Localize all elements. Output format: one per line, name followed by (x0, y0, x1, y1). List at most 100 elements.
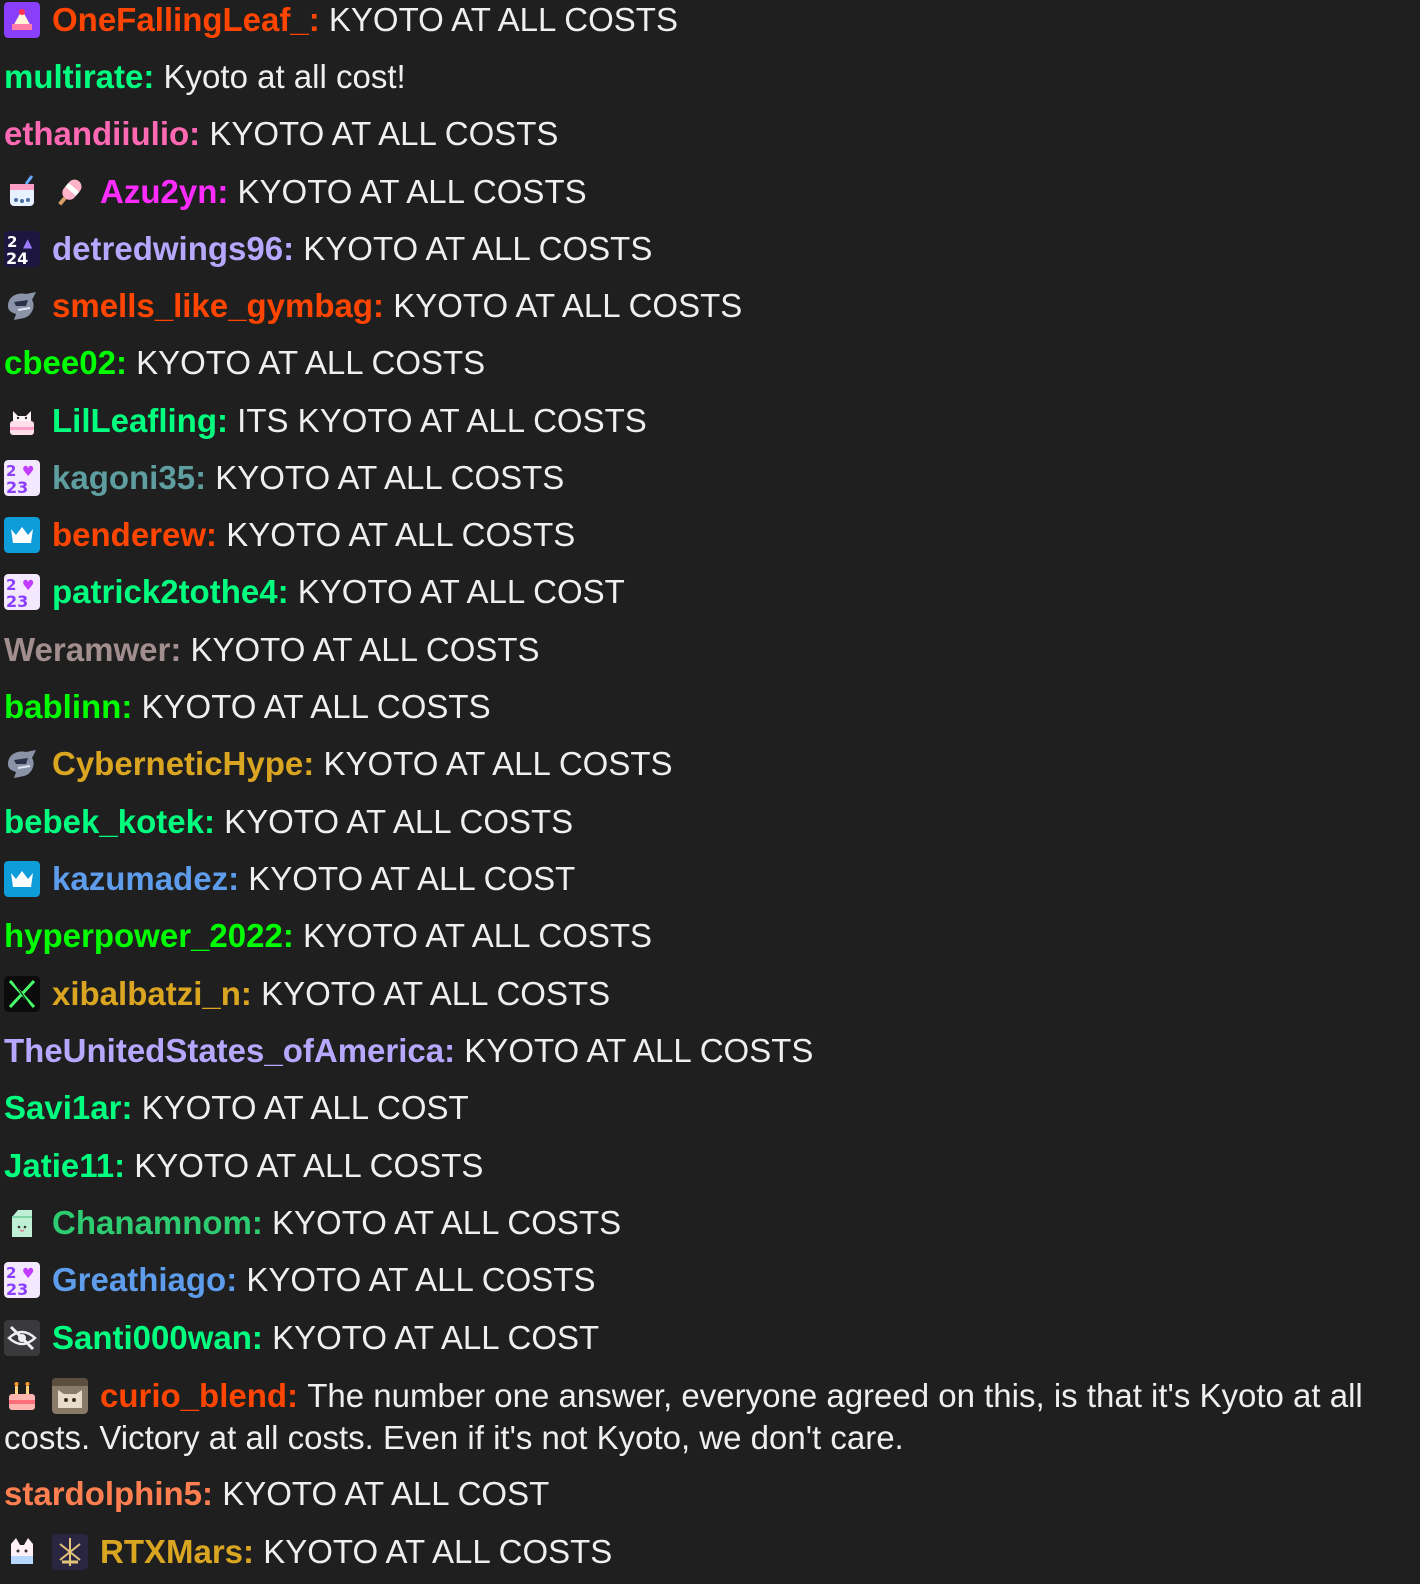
chat-username[interactable]: ethandiiulio (4, 115, 189, 152)
chat-message: Weramwer: KYOTO AT ALL COSTS (4, 630, 540, 678)
chat-message: hyperpower_2022: KYOTO AT ALL COSTS (4, 916, 652, 964)
chat-username[interactable]: Jatie11 (4, 1147, 114, 1184)
badge-list (4, 1320, 52, 1360)
chat-message-text: KYOTO AT ALL COSTS (209, 115, 559, 152)
chat-message: Savi1ar: KYOTO AT ALL COST (4, 1088, 469, 1136)
chat-message-text: KYOTO AT ALL COSTS (215, 459, 565, 496)
username-colon: : (282, 917, 303, 954)
x-badge-icon[interactable] (4, 976, 40, 1012)
prime-crown-badge-icon[interactable] (4, 517, 40, 553)
badge-list (4, 288, 52, 328)
chat-message-text: KYOTO AT ALL COSTS (136, 344, 486, 381)
cake-candle-badge-icon[interactable] (4, 1378, 40, 1414)
boba-badge-icon[interactable] (4, 174, 40, 210)
chat-message: Jatie11: KYOTO AT ALL COSTS (4, 1146, 483, 1194)
chat-username[interactable]: Santi000wan (52, 1319, 252, 1356)
cat-cake-badge-icon[interactable] (4, 403, 40, 439)
gold-emblem-badge-icon[interactable] (52, 1534, 88, 1570)
chat-message: CyberneticHype: KYOTO AT ALL COSTS (4, 744, 673, 792)
chat-username[interactable]: xibalbatzi_n (52, 975, 241, 1012)
username-colon: : (114, 1147, 135, 1184)
chat-username[interactable]: detredwings96 (52, 230, 283, 267)
chat-message: Greathiago: KYOTO AT ALL COSTS (4, 1260, 595, 1308)
badge-list (4, 861, 52, 901)
username-colon: : (251, 1319, 273, 1356)
milk-carton-badge-icon[interactable] (4, 1205, 40, 1241)
chat-message: Chanamnom: KYOTO AT ALL COSTS (4, 1203, 621, 1251)
username-colon: : (240, 975, 262, 1012)
chat-username[interactable]: cbee02 (4, 344, 116, 381)
badge-list (4, 174, 100, 214)
chat-message-text: KYOTO AT ALL COSTS (224, 803, 574, 840)
warrior-badge-icon[interactable] (4, 746, 40, 782)
chat-username[interactable]: Weramwer (4, 631, 170, 668)
username-colon: : (206, 516, 227, 553)
chat-message: kagoni35: KYOTO AT ALL COSTS (4, 458, 564, 506)
chat-log: OneFallingLeaf_: KYOTO AT ALL COSTS multi… (0, 0, 1420, 1584)
username-colon: : (444, 1032, 465, 1069)
chat-username[interactable]: Azu2yn (100, 173, 217, 210)
chat-username[interactable]: bebek_kotek (4, 803, 204, 840)
chat-message-text: KYOTO AT ALL COST (248, 860, 576, 897)
badge-list (4, 403, 52, 443)
chat-message-text: KYOTO AT ALL COST (272, 1319, 600, 1356)
chat-username[interactable]: RTXMars (100, 1533, 243, 1570)
year-2023-badge-icon[interactable] (4, 574, 40, 610)
chat-username[interactable]: LilLeafling (52, 402, 217, 439)
username-colon: : (115, 344, 137, 381)
chat-username[interactable]: hyperpower_2022 (4, 917, 283, 954)
chat-message-text: KYOTO AT ALL COSTS (323, 745, 673, 782)
year-2023-badge-icon[interactable] (4, 1262, 40, 1298)
badge-list (4, 976, 52, 1016)
chat-message: stardolphin5: KYOTO AT ALL COST (4, 1474, 549, 1522)
chat-username[interactable]: Greathiago (52, 1261, 226, 1298)
cat-photo-badge-icon[interactable] (52, 1378, 88, 1414)
chat-message: ethandiiulio: KYOTO AT ALL COSTS (4, 114, 558, 162)
chat-username[interactable]: patrick2tothe4 (52, 573, 278, 610)
badge-list (4, 231, 52, 271)
cake-badge-icon[interactable] (4, 2, 40, 38)
chat-message: RTXMars: KYOTO AT ALL COSTS (4, 1532, 612, 1580)
chat-message-text: KYOTO AT ALL COSTS (464, 1032, 814, 1069)
year-2024-badge-icon[interactable] (4, 231, 40, 267)
chat-username[interactable]: CyberneticHype (52, 745, 303, 782)
chat-message-text: KYOTO AT ALL COSTS (272, 1204, 622, 1241)
chat-username[interactable]: TheUnitedStates_ofAmerica (4, 1032, 444, 1069)
chat-message: benderew: KYOTO AT ALL COSTS (4, 515, 575, 563)
username-colon: : (277, 573, 298, 610)
chat-message-text: ITS KYOTO AT ALL COSTS (237, 402, 647, 439)
chat-message-text: KYOTO AT ALL COSTS (190, 631, 540, 668)
chat-message: LilLeafling: ITS KYOTO AT ALL COSTS (4, 401, 647, 449)
chat-username[interactable]: OneFallingLeaf_ (52, 1, 309, 38)
chat-username[interactable]: benderew (52, 516, 206, 553)
badge-list (4, 746, 52, 786)
username-colon: : (283, 230, 304, 267)
chat-message: Santi000wan: KYOTO AT ALL COST (4, 1318, 599, 1366)
year-2023-badge-icon[interactable] (4, 460, 40, 496)
hidden-eye-badge-icon[interactable] (4, 1320, 40, 1356)
chat-username[interactable]: stardolphin5 (4, 1475, 202, 1512)
chat-username[interactable]: curio_blend (100, 1377, 287, 1414)
chat-message: bebek_kotek: KYOTO AT ALL COSTS (4, 802, 573, 850)
chat-username[interactable]: Chanamnom (52, 1204, 252, 1241)
cat-mask-badge-icon[interactable] (4, 1534, 40, 1570)
popsicle-badge-icon[interactable] (52, 174, 88, 210)
chat-message: detredwings96: KYOTO AT ALL COSTS (4, 229, 652, 277)
chat-message: kazumadez: KYOTO AT ALL COST (4, 859, 575, 907)
chat-username[interactable]: smells_like_gymbag (52, 287, 373, 324)
chat-username[interactable]: kagoni35 (52, 459, 195, 496)
chat-username[interactable]: bablinn (4, 688, 121, 725)
chat-message: TheUnitedStates_ofAmerica: KYOTO AT ALL … (4, 1031, 813, 1079)
chat-username[interactable]: kazumadez (52, 860, 228, 897)
username-colon: : (217, 173, 238, 210)
chat-message: smells_like_gymbag: KYOTO AT ALL COSTS (4, 286, 742, 334)
warrior-badge-icon[interactable] (4, 288, 40, 324)
chat-message-text: KYOTO AT ALL COSTS (246, 1261, 596, 1298)
chat-username[interactable]: Savi1ar (4, 1089, 121, 1126)
chat-username[interactable]: multirate (4, 58, 143, 95)
username-colon: : (203, 803, 225, 840)
username-colon: : (195, 459, 216, 496)
username-colon: : (189, 115, 210, 152)
prime-crown-badge-icon[interactable] (4, 861, 40, 897)
username-colon: : (303, 745, 324, 782)
